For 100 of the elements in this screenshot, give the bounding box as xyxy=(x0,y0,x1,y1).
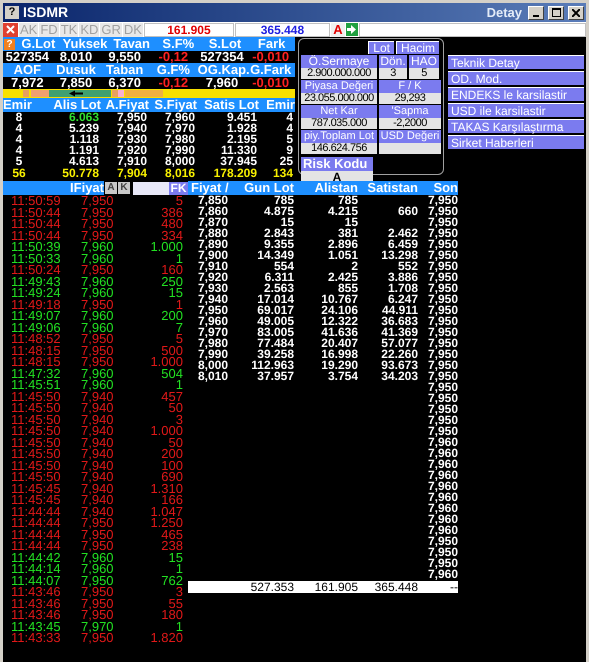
value-field[interactable]: 161.905 xyxy=(144,22,234,36)
table-cell-text: 7,890 xyxy=(196,239,228,250)
table-cell-text: 5 xyxy=(285,134,294,145)
trade-time: 11:43:45 xyxy=(11,620,62,632)
trade-price: 7,960 xyxy=(81,563,115,574)
table-cell-text: 2.563 xyxy=(264,283,294,294)
trade-lot: 1.000 xyxy=(149,425,183,436)
table-cell-text: 7,990 xyxy=(164,145,196,156)
total-cell-text: 161.905 xyxy=(314,581,358,593)
risk-label: Risk Kodu xyxy=(301,157,373,171)
table-cell-text: 25 xyxy=(278,156,294,167)
menu-button[interactable]: OD. Mod. xyxy=(448,71,584,85)
trade-price: 7,950 xyxy=(81,632,115,644)
sort-button[interactable]: K xyxy=(118,182,130,194)
table-cell-text: 7,880 xyxy=(196,228,228,239)
field-label: F / K xyxy=(379,80,441,93)
trade-price: 7,950 xyxy=(81,333,115,344)
total-cell-text: 56 xyxy=(11,167,27,179)
column-header: G.F% xyxy=(156,63,191,77)
table-cell-text: 4 xyxy=(14,123,24,134)
trade-lot: 500 xyxy=(161,344,183,356)
trade-price: 7,960 xyxy=(81,310,115,322)
table-cell-text: 49.005 xyxy=(256,316,294,327)
trade-time: 11:44:07 xyxy=(11,574,62,586)
table-cell-text: 1.191 xyxy=(68,145,100,156)
table-cell-text: 7,950 xyxy=(426,360,458,371)
table-cell-text: 7,960 xyxy=(426,514,458,525)
table-cell-text: 552 xyxy=(398,261,418,272)
stat-value: -0,010 xyxy=(251,77,290,89)
column-header: Gun Lot xyxy=(243,181,294,195)
filter-button[interactable]: FK xyxy=(169,182,188,194)
table-cell-text: 14.349 xyxy=(256,250,294,261)
field-value: -2,2000 xyxy=(379,118,441,129)
field-value: 787.035.000 xyxy=(301,118,377,129)
trade-time: 11:49:06 xyxy=(11,322,62,333)
total-cell-text: 178.209 xyxy=(212,167,258,179)
trade-time: 11:44:44 xyxy=(11,506,62,517)
help-button[interactable]: ? xyxy=(5,6,19,19)
table-cell-text: 77.484 xyxy=(256,338,294,349)
table-cell-text: 7,990 xyxy=(196,349,228,360)
table-cell-text: 7,950 xyxy=(426,426,458,437)
table-cell-text: 7,960 xyxy=(426,470,458,481)
window-title: ISDMR xyxy=(23,3,68,22)
trade-time: 11:48:15 xyxy=(11,344,62,356)
table-cell-text: 660 xyxy=(396,206,418,217)
table-cell-text: 7,960 xyxy=(426,569,458,580)
table-cell-text: 9.355 xyxy=(264,239,294,250)
menu-button[interactable]: Teknik Detay xyxy=(448,55,584,69)
trade-time: 11:44:44 xyxy=(11,540,62,552)
table-cell-text: 2 xyxy=(351,261,358,272)
table-cell-text: 7,910 xyxy=(196,261,228,272)
trade-lot: 5 xyxy=(176,333,183,344)
trade-time: 11:45:45 xyxy=(11,482,62,494)
trade-lot: 7 xyxy=(176,322,183,333)
table-cell-text: 3.754 xyxy=(328,371,358,382)
trade-price: 7,950 xyxy=(81,517,115,528)
value-field[interactable]: 365.448 xyxy=(234,22,330,36)
toggle-button[interactable]: Hacim xyxy=(396,41,439,54)
table-cell-text: 7,920 xyxy=(116,145,148,156)
column-header: S.F% xyxy=(161,37,196,51)
toggle-button[interactable]: Lot xyxy=(368,41,394,54)
column-header: IFiyat xyxy=(3,181,104,195)
table-cell-text: 7,960 xyxy=(426,459,458,470)
table-cell-text: 7,960 xyxy=(426,525,458,536)
table-cell-text: 4.875 xyxy=(262,206,294,217)
field-label: Piyasa Değeri xyxy=(301,80,377,93)
menu-button[interactable]: Sirket Haberleri xyxy=(448,135,584,149)
column-header: OG.Kap. xyxy=(198,63,246,77)
table-cell-text: 7,910 xyxy=(116,156,148,167)
field-label: Ö.Sermaye xyxy=(301,55,377,68)
table-cell-text: 36.683 xyxy=(380,316,418,327)
table-cell-text: 3.886 xyxy=(386,272,418,283)
trade-lot: 1.000 xyxy=(149,241,183,252)
field-label: Net Kar xyxy=(301,105,377,118)
table-cell-text: 7,970 xyxy=(196,327,228,338)
menu-button[interactable]: USD ile karsilastir xyxy=(448,103,584,117)
sort-button[interactable]: A xyxy=(105,182,117,194)
menu-button[interactable]: ENDEKS le karsilastir xyxy=(448,87,584,101)
trade-price: 7,940 xyxy=(81,460,115,471)
help-button[interactable]: ? xyxy=(4,38,15,50)
trade-price: 7,950 xyxy=(81,195,115,206)
table-cell-text: 7,860 xyxy=(196,206,228,217)
trade-price: 7,940 xyxy=(81,506,115,517)
field-label: 'Sapma xyxy=(379,105,441,118)
table-cell-text: 2.425 xyxy=(326,272,358,283)
trade-time: 11:45:50 xyxy=(11,402,62,414)
table-cell-text: 7,950 xyxy=(426,393,458,404)
column-header: Tavan xyxy=(112,37,151,51)
field-value: 23.055.000.000 xyxy=(301,93,377,104)
field-label: Dön. xyxy=(379,55,407,68)
column-header: Emir xyxy=(265,98,295,112)
trade-lot: 100 xyxy=(160,460,183,471)
trade-lot: 1.047 xyxy=(149,506,183,517)
mode-button[interactable]: A xyxy=(330,22,345,36)
menu-button[interactable]: TAKAS Karşılaştırma xyxy=(448,119,584,133)
trade-time: 11:49:18 xyxy=(11,298,62,310)
column-header: Satis Lot xyxy=(203,98,259,112)
table-cell-text: 7,970 xyxy=(164,123,196,134)
stat-value: 7,850 xyxy=(58,77,94,89)
table-cell-text: 855 xyxy=(338,283,358,294)
